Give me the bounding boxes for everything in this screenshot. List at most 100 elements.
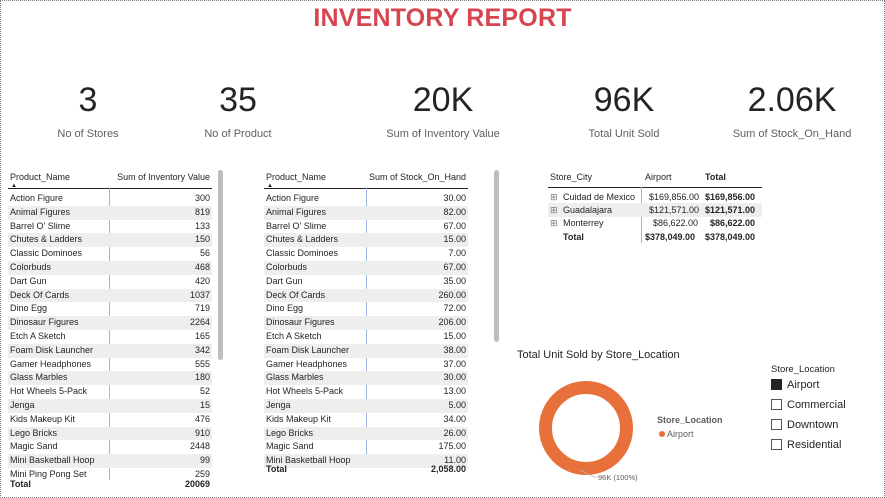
table-row[interactable]: Mini Basketball Hoop 99 (8, 454, 212, 468)
table-row[interactable]: Magic Sand 2448 (8, 440, 212, 454)
table-row[interactable]: Dino Egg 72.00 (264, 302, 468, 316)
table-row[interactable]: Colorbuds 468 (8, 260, 212, 275)
kpi-card-stock-on-hand[interactable]: 2.06K Sum of Stock_On_Hand (732, 80, 852, 140)
checkbox-icon[interactable] (771, 379, 782, 390)
table-row[interactable]: Glass Marbles 180 (8, 371, 212, 386)
value-cell: 719 (194, 303, 210, 314)
column-header-airport[interactable]: Airport (645, 172, 672, 182)
slicer-item-airport[interactable]: Airport (771, 379, 819, 391)
table-row[interactable]: Dinosaur Figures 206.00 (264, 316, 468, 330)
matrix-cell-airport: $86,622.00 (653, 218, 699, 228)
table-row[interactable]: Deck Of Cards 1037 (8, 288, 212, 303)
table-row[interactable]: Lego Bricks 26.00 (264, 426, 468, 441)
table-row[interactable]: Dino Egg 719 (8, 302, 212, 316)
table-row[interactable]: Glass Marbles 30.00 (264, 371, 468, 386)
expand-icon[interactable]: ⊞ (550, 192, 558, 203)
donut-slice-airport[interactable] (539, 381, 633, 475)
table-row[interactable]: Dart Gun 420 (8, 275, 212, 289)
kpi-label: No of Product (204, 128, 272, 140)
value-cell: 150 (194, 234, 210, 245)
kpi-card-units-sold[interactable]: 96K Total Unit Sold (574, 80, 674, 140)
kpi-card-inventory-value[interactable]: 20K Sum of Inventory Value (383, 80, 503, 140)
matrix-total-total: $378,049.00 (705, 232, 756, 242)
table-row[interactable]: Chutes & Ladders 150 (8, 233, 212, 248)
product-name-cell: Etch A Sketch (10, 330, 66, 341)
product-name-cell: Dino Egg (266, 303, 304, 314)
table-row[interactable]: Dinosaur Figures 2264 (8, 316, 212, 330)
table-row[interactable]: Barrel O' Slime 67.00 (264, 220, 468, 234)
expand-icon[interactable]: ⊞ (550, 205, 558, 216)
column-header-store-city[interactable]: Store_City (550, 172, 592, 182)
table-row[interactable]: Classic Dominoes 7.00 (264, 247, 468, 261)
checkbox-icon[interactable] (771, 399, 782, 410)
donut-chart[interactable]: 96K (100%) Store_Location Airport (530, 372, 770, 492)
column-header-inventory-value[interactable]: Sum of Inventory Value (117, 172, 210, 186)
value-cell: 165 (194, 330, 210, 341)
legend-marker (659, 431, 665, 437)
table-row[interactable]: Animal Figures 82.00 (264, 205, 468, 220)
table-row[interactable]: Hot Wheels 5-Pack 13.00 (264, 385, 468, 399)
value-cell: 7.00 (448, 248, 466, 259)
kpi-card-stores[interactable]: 3 No of Stores (38, 80, 138, 140)
kpi-card-products[interactable]: 35 No of Product (188, 80, 288, 140)
table-row[interactable]: Kids Makeup Kit 34.00 (264, 413, 468, 427)
table-body: Action Figure 30.00 Animal Figures 82.00 Bar… (264, 192, 468, 468)
table2-scrollbar[interactable] (494, 170, 499, 342)
table-row[interactable]: Lego Bricks 910 (8, 426, 212, 441)
table-row[interactable]: Deck Of Cards 260.00 (264, 288, 468, 303)
slicer-item-residential[interactable]: Residential (771, 439, 841, 451)
slicer-item-commercial[interactable]: Commercial (771, 399, 846, 411)
inventory-value-table[interactable]: Product_Name ▲ Sum of Inventory Value Ac… (8, 172, 212, 494)
table1-scrollbar[interactable] (218, 170, 223, 360)
slicer-item-downtown[interactable]: Downtown (771, 419, 838, 431)
product-name-cell: Animal Figures (10, 206, 71, 217)
table-row[interactable]: Mini Ping Pong Set 259 (8, 468, 212, 482)
table-row[interactable]: Dart Gun 35.00 (264, 275, 468, 289)
product-name-cell: Magic Sand (10, 441, 58, 452)
column-header-product-name[interactable]: Product_Name (266, 172, 326, 186)
matrix-total-airport: $378,049.00 (645, 232, 696, 242)
table-row[interactable]: Foam Disk Launcher 342 (8, 343, 212, 358)
value-cell: 2448 (189, 441, 210, 452)
table-row[interactable]: Magic Sand 175.00 (264, 440, 468, 454)
value-cell: 34.00 (443, 413, 466, 424)
column-header-product-name[interactable]: Product_Name (10, 172, 70, 186)
column-header-stock-on-hand[interactable]: Sum of Stock_On_Hand (369, 172, 466, 186)
table-row[interactable]: Hot Wheels 5-Pack 52 (8, 385, 212, 399)
table-row[interactable]: Gamer Headphones 37.00 (264, 358, 468, 372)
table-row[interactable]: Chutes & Ladders 15.00 (264, 233, 468, 248)
expand-icon[interactable]: ⊞ (550, 218, 558, 229)
slicer-item-label: Commercial (787, 399, 846, 411)
stock-on-hand-table[interactable]: Product_Name ▲ Sum of Stock_On_Hand Acti… (264, 172, 468, 478)
kpi-label: Sum of Inventory Value (386, 128, 500, 140)
value-cell: 82.00 (443, 206, 466, 217)
table-row[interactable]: Animal Figures 819 (8, 205, 212, 220)
checkbox-icon[interactable] (771, 419, 782, 430)
table-row[interactable]: Kids Makeup Kit 476 (8, 413, 212, 427)
table-row[interactable]: Etch A Sketch 15.00 (264, 330, 468, 344)
table-row[interactable]: Barrel O' Slime 133 (8, 220, 212, 234)
table-row[interactable]: Classic Dominoes 56 (8, 247, 212, 261)
table-row[interactable]: Foam Disk Launcher 38.00 (264, 343, 468, 358)
store-city-matrix[interactable]: Store_City Airport Total ⊞ Cuidad de Mex… (548, 172, 762, 252)
product-name-cell: Deck Of Cards (10, 289, 70, 300)
product-name-cell: Lego Bricks (10, 427, 58, 438)
checkbox-icon[interactable] (771, 439, 782, 450)
matrix-row-city: Monterrey (563, 218, 604, 228)
table-row[interactable]: Colorbuds 67.00 (264, 260, 468, 275)
table-row[interactable]: Gamer Headphones 555 (8, 358, 212, 372)
data-label: 96K (100%) (598, 473, 638, 482)
value-cell: 30.00 (443, 372, 466, 383)
matrix-cell-airport: $169,856.00 (649, 192, 700, 202)
product-name-cell: Foam Disk Launcher (266, 344, 350, 355)
table-row[interactable]: Jenga 15 (8, 398, 212, 413)
column-header-total[interactable]: Total (705, 172, 726, 182)
product-name-cell: Glass Marbles (10, 372, 68, 383)
table-row[interactable]: Etch A Sketch 165 (8, 330, 212, 344)
kpi-label: No of Stores (57, 128, 119, 140)
matrix-cell-airport: $121,571.00 (649, 205, 700, 215)
table-row[interactable]: Action Figure 300 (8, 192, 212, 206)
table-row[interactable]: Jenga 5.00 (264, 398, 468, 413)
product-name-cell: Classic Dominoes (266, 248, 339, 259)
table-row[interactable]: Action Figure 30.00 (264, 192, 468, 206)
